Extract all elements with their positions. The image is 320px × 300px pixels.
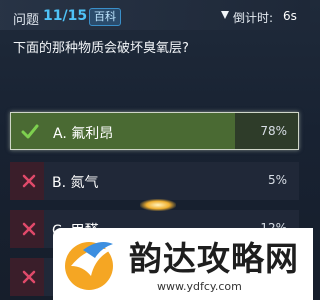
timer-value: 6s: [283, 9, 297, 23]
triangle-icon: [221, 11, 229, 19]
category-badge: 百科: [89, 8, 121, 26]
question-label: 问题: [13, 13, 40, 28]
question-text: 下面的那种物质会破坏臭氧层?: [13, 41, 189, 56]
watermark: 韵达攻略网 www.ydfcy.com: [53, 228, 313, 300]
glow-spark: [140, 199, 176, 211]
option-b[interactable]: B. 氮气 5%: [10, 162, 299, 200]
watermark-title: 韵达攻略网: [129, 239, 299, 278]
option-a-label: A. 氟利昂: [53, 126, 114, 142]
option-a-percent: 78%: [260, 124, 287, 138]
watermark-url: www.ydfcy.com: [157, 280, 242, 293]
timer-label: 倒计时:: [233, 11, 274, 25]
option-a-share-bar: [11, 113, 235, 149]
logo-icon: [65, 242, 113, 290]
option-b-percent: 5%: [267, 173, 287, 187]
cross-icon: [22, 222, 36, 236]
check-icon: [21, 124, 39, 139]
option-a[interactable]: A. 氟利昂 78%: [10, 112, 299, 150]
cross-icon: [22, 174, 36, 188]
option-b-label: B. 氮气: [52, 175, 99, 191]
cross-icon: [22, 270, 36, 284]
question-progress: 11/15: [43, 8, 88, 24]
